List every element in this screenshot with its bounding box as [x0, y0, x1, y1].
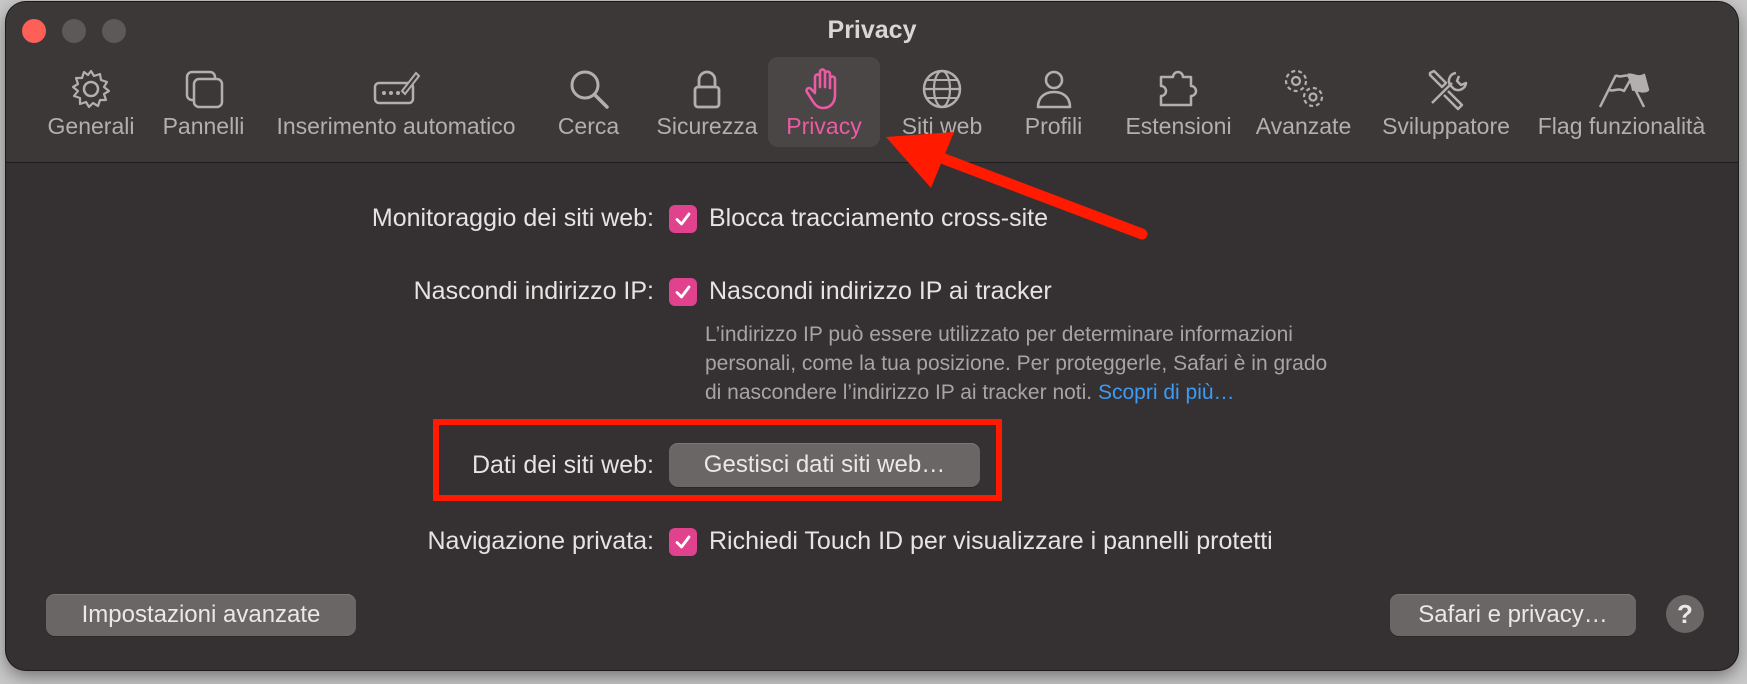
help-button[interactable]: ?: [1666, 595, 1704, 633]
gear-icon: [71, 69, 111, 109]
gears-icon: [1284, 69, 1323, 108]
private-browsing-label: Navigazione privata:: [427, 527, 654, 555]
magnifier-icon: [570, 70, 609, 109]
autofill-pen-icon: [373, 71, 421, 105]
help-line: L’indirizzo IP può essere utilizzato per…: [705, 323, 1293, 346]
toolbar: Privacy Generali Pannelli Inserimento au…: [6, 2, 1738, 163]
touch-id-checkbox[interactable]: [669, 528, 697, 556]
tools-icon: [1428, 69, 1468, 111]
preferences-window: Privacy Generali Pannelli Inserimento au…: [6, 2, 1738, 670]
learn-more-link[interactable]: Scopri di più…: [1098, 381, 1235, 404]
tab-label: Inserimento automatico: [276, 113, 516, 139]
tabs-icon: [185, 70, 223, 109]
block-tracking-checkbox[interactable]: [669, 205, 697, 233]
tab-label: Cerca: [557, 113, 620, 139]
hide-ip-help-text: L’indirizzo IP può essere utilizzato per…: [705, 320, 1425, 407]
help-line-text: di nascondere l’indirizzo IP ai tracker …: [705, 381, 1093, 404]
tab-cerca[interactable]: Cerca: [541, 57, 636, 147]
tab-label: Avanzate: [1255, 113, 1352, 139]
tab-inserimento-automatico[interactable]: Inserimento automatico: [271, 57, 521, 147]
tab-sviluppatore[interactable]: Sviluppatore: [1371, 57, 1521, 147]
tab-label: Sicurezza: [656, 113, 758, 139]
checkmark-icon: [675, 535, 691, 549]
checkmark-icon: [675, 285, 691, 299]
flags-icon: [1598, 73, 1649, 108]
tab-label: Pannelli: [162, 113, 245, 139]
tab-generali[interactable]: Generali: [36, 57, 146, 147]
globe-icon: [922, 69, 962, 109]
hide-ip-option-label: Nascondi indirizzo IP ai tracker: [709, 277, 1052, 305]
tab-label: Privacy: [786, 113, 862, 139]
tab-label: Flag funzionalità: [1537, 113, 1706, 139]
tab-sicurezza[interactable]: Sicurezza: [651, 57, 763, 147]
advanced-settings-button[interactable]: Impostazioni avanzate: [46, 594, 356, 636]
help-line: personali, come la tua posizione. Per pr…: [705, 352, 1328, 375]
tab-flag-funzionalita[interactable]: Flag funzionalità: [1534, 57, 1709, 147]
tab-label: Generali: [47, 113, 135, 139]
tab-label: Sviluppatore: [1382, 113, 1510, 139]
lock-icon: [693, 70, 721, 109]
tab-privacy[interactable]: Privacy: [768, 57, 880, 147]
hand-icon: [805, 68, 837, 110]
hide-ip-checkbox[interactable]: [669, 278, 697, 306]
checkmark-icon: [675, 212, 691, 226]
safari-privacy-button[interactable]: Safari e privacy…: [1390, 594, 1636, 636]
tab-avanzate[interactable]: Avanzate: [1251, 57, 1356, 147]
annotation-highlight-box: [433, 419, 1002, 501]
annotation-arrow-icon: [886, 132, 1148, 240]
tab-pannelli[interactable]: Pannelli: [151, 57, 256, 147]
person-icon: [1036, 70, 1071, 109]
window-title: Privacy: [827, 16, 917, 44]
tracking-label: Monitoraggio dei siti web:: [371, 204, 654, 232]
touch-id-label: Richiedi Touch ID per visualizzare i pan…: [709, 527, 1273, 555]
puzzle-icon: [1159, 70, 1197, 107]
help-line: di nascondere l’indirizzo IP ai tracker …: [705, 378, 1425, 407]
hide-ip-label: Nascondi indirizzo IP:: [413, 277, 654, 305]
